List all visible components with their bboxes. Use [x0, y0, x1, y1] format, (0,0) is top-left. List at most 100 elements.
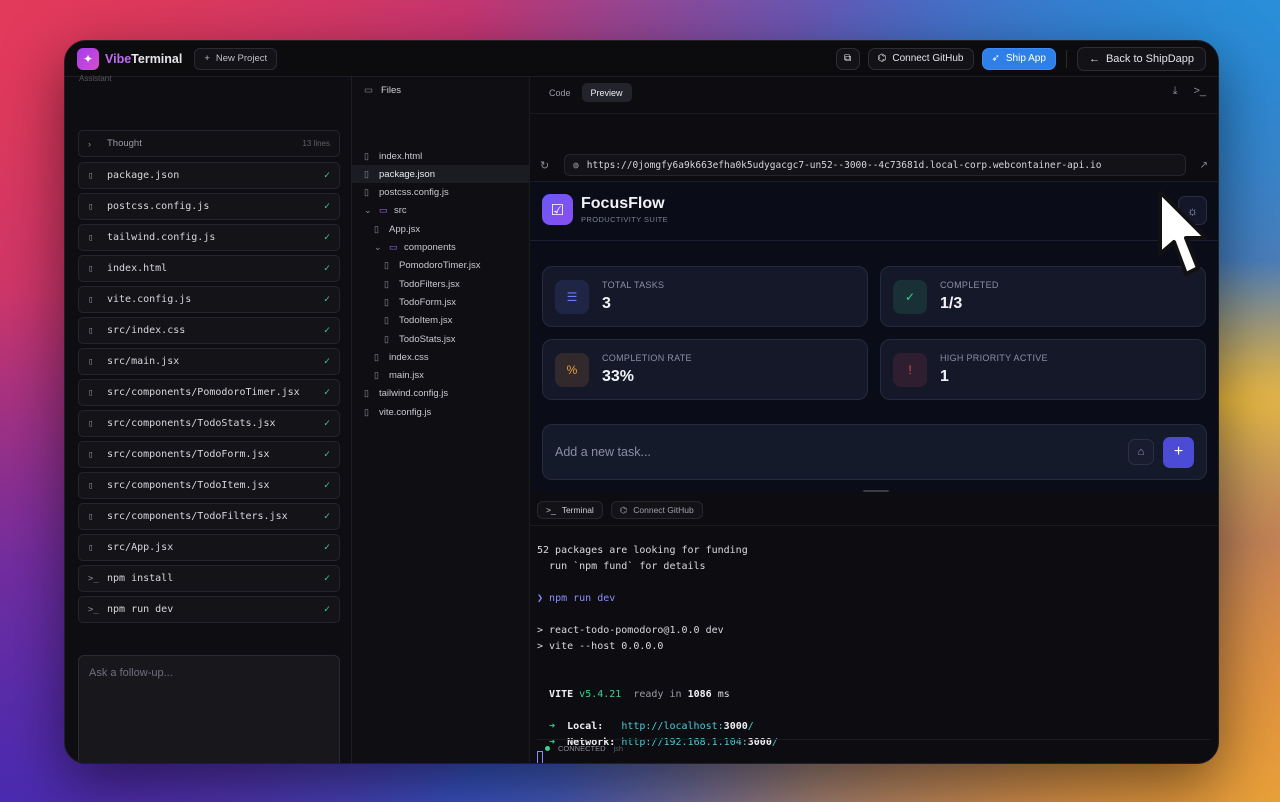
- file-icon: ▯: [88, 449, 94, 460]
- connect-github-button[interactable]: ⌬ Connect GitHub: [867, 47, 974, 70]
- tree-file[interactable]: ▯ App.jsx: [352, 220, 529, 238]
- file-icon: ▯: [374, 370, 379, 381]
- vite-ready-line: VITE v5.4.21 ready in 1086 ms: [537, 687, 778, 703]
- file-icon: ▯: [88, 294, 94, 305]
- assistant-item[interactable]: ▯ package.json ✓: [78, 162, 340, 189]
- assistant-item[interactable]: ▯ vite.config.js ✓: [78, 286, 340, 313]
- stat-card: ! HIGH PRIORITY ACTIVE 1: [880, 339, 1206, 400]
- file-icon: ▯: [384, 315, 389, 326]
- tab-terminal[interactable]: >_ Terminal: [537, 501, 603, 519]
- follow-up-input[interactable]: Ask a follow-up...: [78, 655, 340, 763]
- assistant-item[interactable]: ▯ src/App.jsx ✓: [78, 534, 340, 561]
- file-icon: ▯: [384, 333, 389, 344]
- check-icon: ✓: [323, 418, 330, 429]
- check-icon: ✓: [323, 356, 330, 367]
- tab-github-label: Connect GitHub: [633, 505, 694, 515]
- add-task-button[interactable]: +: [1163, 436, 1194, 468]
- tree-folder[interactable]: ⌄ ▭ components: [352, 239, 529, 257]
- reload-icon[interactable]: ↻: [540, 159, 564, 172]
- divider: [1065, 49, 1067, 68]
- file-icon: ▯: [88, 201, 94, 212]
- tree-file[interactable]: ▯ index.css: [352, 348, 529, 366]
- tree-file[interactable]: ▯ TodoItem.jsx: [352, 312, 529, 330]
- tab-preview[interactable]: Preview: [581, 83, 632, 102]
- tree-folder[interactable]: ⌄ ▭ src: [352, 202, 529, 220]
- terminal-line: 52 packages are looking for funding: [537, 545, 748, 556]
- mouse-cursor-icon: [1158, 190, 1208, 276]
- assistant-item[interactable]: ▯ postcss.config.js ✓: [78, 193, 340, 220]
- alert-icon: !: [893, 352, 927, 387]
- chevron-down-icon: ⌄: [364, 205, 372, 216]
- app-window: ✦ VibeTerminal + New Project ⧉ ⌬ Connect…: [64, 40, 1219, 764]
- thought-toggle[interactable]: › Thought 13 lines: [78, 130, 340, 157]
- file-icon: ▯: [88, 232, 94, 243]
- ship-app-button[interactable]: ➶ Ship App: [981, 47, 1056, 70]
- file-icon: ▯: [88, 170, 94, 181]
- stat-label: COMPLETION RATE: [602, 353, 692, 363]
- terminal-output[interactable]: 52 packages are looking for funding run …: [537, 543, 778, 763]
- assistant-item[interactable]: ▯ src/components/TodoStats.jsx ✓: [78, 410, 340, 437]
- check-icon: ✓: [323, 294, 330, 305]
- add-task-input[interactable]: Add a new task... ⌂ +: [542, 424, 1207, 480]
- assistant-item-label: postcss.config.js: [107, 201, 210, 212]
- resize-handle[interactable]: [863, 490, 889, 492]
- tab-code[interactable]: Code: [540, 83, 580, 102]
- github-icon: ⌬: [877, 53, 887, 64]
- tree-label: tailwind.config.js: [379, 388, 449, 400]
- file-icon: ▯: [88, 418, 94, 429]
- tree-file[interactable]: ▯ TodoForm.jsx: [352, 293, 529, 311]
- assistant-item[interactable]: >_ npm install ✓: [78, 565, 340, 592]
- folder-icon: ▭: [389, 242, 398, 252]
- assistant-item[interactable]: ▯ src/components/TodoFilters.jsx ✓: [78, 503, 340, 530]
- chevron-down-icon: ⌄: [374, 242, 382, 252]
- new-project-button[interactable]: + New Project: [194, 47, 278, 70]
- local-url[interactable]: http://localhost:: [621, 721, 723, 732]
- assistant-item[interactable]: ▯ src/components/PomodoroTimer.jsx ✓: [78, 379, 340, 406]
- terminal-prompt-line: ❯ npm run dev: [537, 591, 778, 607]
- status-dot: [545, 746, 550, 751]
- tag-button[interactable]: ⌂: [1128, 439, 1154, 465]
- url-bar[interactable]: ◍ https://0jomgfy6a9k663efha0k5udygacgc7…: [564, 154, 1186, 176]
- tree-file[interactable]: ▯ vite.config.js: [352, 403, 529, 421]
- file-icon: ▯: [374, 351, 379, 362]
- app-subtitle: PRODUCTIVITY SUITE: [581, 215, 669, 224]
- plus-icon: +: [1173, 443, 1184, 460]
- terminal-icon[interactable]: >_: [1193, 85, 1206, 98]
- file-icon: ▯: [364, 168, 369, 179]
- arrow-left-icon: ←: [1088, 52, 1100, 65]
- terminal-icon: >_: [88, 573, 99, 584]
- tree-file[interactable]: ▯ index.html: [352, 147, 529, 165]
- assistant-item-label: tailwind.config.js: [107, 232, 216, 243]
- external-link-icon[interactable]: ↗: [1186, 160, 1208, 171]
- file-icon: ▯: [88, 511, 94, 522]
- tree-file[interactable]: ▯ TodoFilters.jsx: [352, 275, 529, 293]
- assistant-item[interactable]: ▯ index.html ✓: [78, 255, 340, 282]
- tab-connect-github[interactable]: ⌬ Connect GitHub: [610, 501, 703, 519]
- back-button[interactable]: ← Back to ShipDapp: [1076, 46, 1206, 71]
- assistant-item[interactable]: ▯ src/components/TodoForm.jsx ✓: [78, 441, 340, 468]
- tab-preview-icon[interactable]: ⧉: [835, 47, 860, 70]
- check-circle-icon: ✓: [893, 279, 927, 314]
- add-task-placeholder: Add a new task...: [555, 445, 651, 459]
- tree-file[interactable]: ▯ package.json: [352, 165, 529, 184]
- stat-value: 1/3: [940, 295, 963, 312]
- tree-file[interactable]: ▯ PomodoroTimer.jsx: [352, 257, 529, 275]
- assistant-item[interactable]: >_ npm run dev ✓: [78, 596, 340, 623]
- download-icon[interactable]: ⤓: [1173, 85, 1178, 98]
- tree-file[interactable]: ▯ TodoStats.jsx: [352, 330, 529, 348]
- check-icon: ✓: [323, 573, 330, 584]
- vite-version: v5.4.21: [579, 689, 622, 700]
- connect-github-label: Connect GitHub: [892, 53, 964, 64]
- assistant-item-label: src/components/TodoFilters.jsx: [107, 511, 288, 522]
- tree-file[interactable]: ▯ tailwind.config.js: [352, 385, 529, 403]
- tree-file[interactable]: ▯ main.jsx: [352, 367, 529, 385]
- assistant-item-label: package.json: [107, 170, 180, 181]
- assistant-item[interactable]: ▯ src/components/TodoItem.jsx ✓: [78, 472, 340, 499]
- assistant-item[interactable]: ▯ src/main.jsx ✓: [78, 348, 340, 375]
- assistant-item[interactable]: ▯ src/index.css ✓: [78, 317, 340, 344]
- files-header: ▭ Files: [364, 85, 401, 96]
- assistant-item[interactable]: ▯ tailwind.config.js ✓: [78, 224, 340, 251]
- check-icon: ✓: [323, 387, 330, 398]
- check-icon: ✓: [323, 232, 330, 243]
- tree-file[interactable]: ▯ postcss.config.js: [352, 184, 529, 202]
